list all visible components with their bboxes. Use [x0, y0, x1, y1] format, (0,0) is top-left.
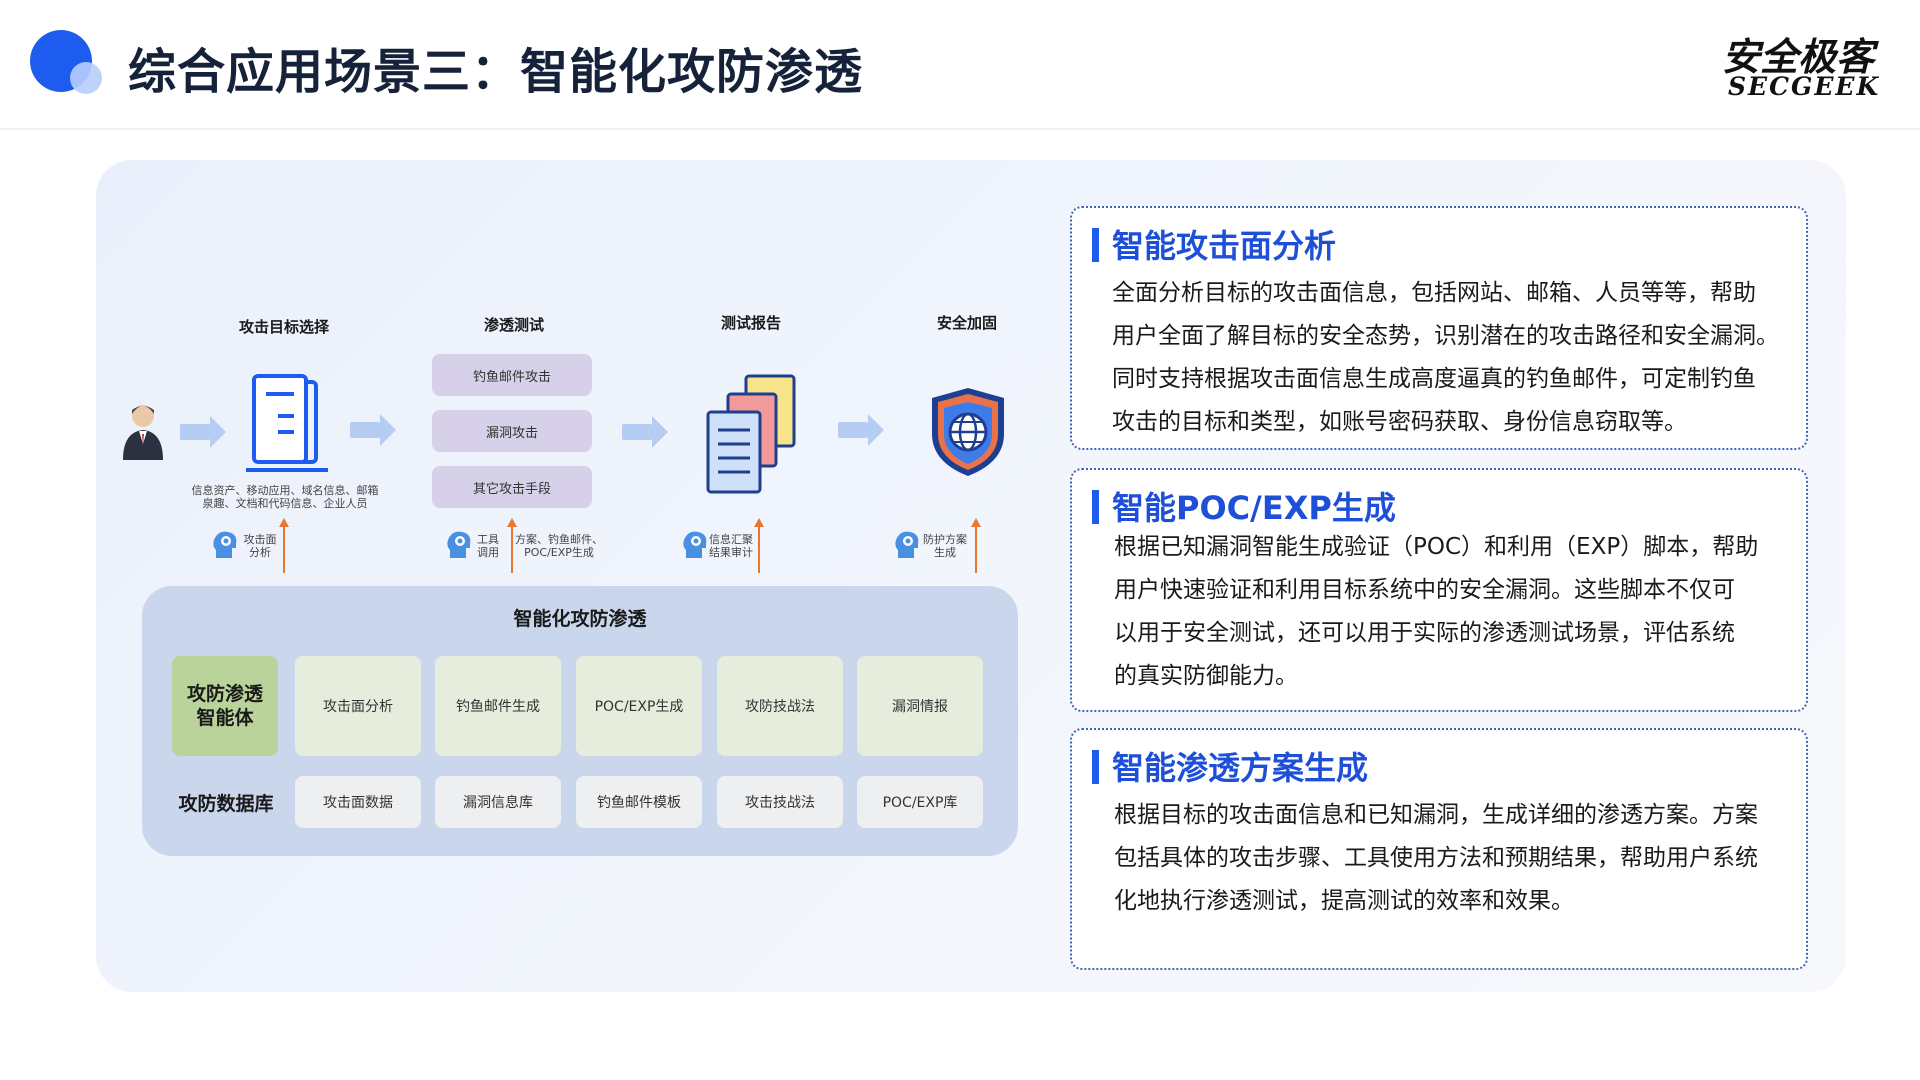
- ai-head-icon: [683, 531, 707, 558]
- support-s4-line1: 防护方案: [923, 533, 967, 546]
- platform-db-item: 攻击面数据: [295, 776, 421, 828]
- report-icon: [706, 374, 796, 494]
- card-title: 智能攻击面分析: [1112, 227, 1337, 265]
- support-s1-line1: 攻击面: [243, 533, 277, 546]
- platform-agent-key: 攻防渗透 智能体: [172, 656, 278, 756]
- card-line: 根据目标的攻击面信息和已知漏洞，生成详细的渗透方案。方案: [1114, 802, 1758, 828]
- card-line: 化地执行渗透测试，提高测试的效率和效果。: [1114, 888, 1574, 914]
- support-s2-line2: 调用: [477, 546, 499, 559]
- support-s2-extra-line1: 方案、钓鱼邮件、: [515, 533, 603, 546]
- platform-agent-item: 钓鱼邮件生成: [435, 656, 561, 756]
- card-line: 包括具体的攻击步骤、工具使用方法和预期结果，帮助用户系统: [1114, 845, 1758, 871]
- platform-agent-item: 攻防技战法: [717, 656, 843, 756]
- logo-en: SECGEEK: [1728, 72, 1881, 101]
- card-line: 用户快速验证和利用目标系统中的安全漏洞。这些脚本不仅可: [1114, 577, 1735, 603]
- flow-arrow-4: [838, 414, 884, 446]
- card-title-bar: [1092, 228, 1099, 262]
- document-icon: [246, 374, 328, 472]
- support-s2-extra-line2: POC/EXP生成: [524, 546, 594, 559]
- platform-db-item: POC/EXP库: [857, 776, 983, 828]
- support-s4-line2: 生成: [934, 546, 956, 559]
- attack-method-other: 其它攻击手段: [432, 466, 592, 508]
- platform-db-key: 攻防数据库: [178, 792, 274, 815]
- ai-head-icon: [447, 531, 471, 558]
- support-arrow-3: [754, 518, 764, 573]
- card-body: 根据已知漏洞智能生成验证（POC）和利用（EXP）脚本，帮助 用户快速验证和利用…: [1114, 526, 1804, 698]
- flow-arrow-1: [180, 416, 226, 448]
- card-line: 用户全面了解目标的安全态势，识别潜在的攻击路径和安全漏洞。: [1112, 323, 1779, 349]
- shield-globe-icon: [932, 388, 1004, 476]
- card-line: 根据已知漏洞智能生成验证（POC）和利用（EXP）脚本，帮助: [1114, 534, 1759, 560]
- card-title-bar: [1092, 750, 1099, 784]
- target-info-line1: 信息资产、移动应用、域名信息、邮箱: [191, 484, 379, 497]
- card-line: 全面分析目标的攻击面信息，包括网站、邮箱、人员等等，帮助: [1112, 280, 1756, 306]
- stage-title-report: 测试报告: [720, 314, 781, 332]
- support-s3-line1: 信息汇聚: [709, 533, 753, 546]
- support-arrow-1: [279, 518, 289, 573]
- support-s2-line1: 工具: [477, 533, 499, 546]
- platform-db-item: 钓鱼邮件模板: [576, 776, 702, 828]
- support-arrow-4: [971, 518, 981, 573]
- card-body: 全面分析目标的攻击面信息，包括网站、邮箱、人员等等，帮助 用户全面了解目标的安全…: [1112, 272, 1802, 444]
- card-body: 根据目标的攻击面信息和已知漏洞，生成详细的渗透方案。方案 包括具体的攻击步骤、工…: [1114, 794, 1804, 923]
- card-title: 智能渗透方案生成: [1112, 749, 1369, 787]
- ai-head-icon: [895, 531, 919, 558]
- support-s3-line2: 结果审计: [709, 546, 753, 559]
- flow-arrow-2: [350, 414, 396, 446]
- platform-db-item: 漏洞信息库: [435, 776, 561, 828]
- card-title: 智能POC/EXP生成: [1112, 489, 1396, 527]
- platform-agent-key-line2: 智能体: [196, 707, 254, 729]
- platform-title: 智能化攻防渗透: [513, 608, 647, 630]
- ai-head-icon: [213, 531, 237, 558]
- person-icon: [123, 405, 163, 460]
- card-line: 同时支持根据攻击面信息生成高度逼真的钓鱼邮件，可定制钓鱼: [1112, 366, 1756, 392]
- platform-db-item: 攻击技战法: [717, 776, 843, 828]
- support-s1-line2: 分析: [249, 546, 271, 559]
- target-info-line2: 泉趣、文档和代码信息、企业人员: [202, 497, 368, 510]
- stage-title-hardening: 安全加固: [936, 314, 997, 332]
- flow-arrow-3: [622, 416, 668, 448]
- header-divider: [0, 128, 1920, 130]
- card-line: 的真实防御能力。: [1114, 663, 1298, 689]
- header-dot-accent-icon: [70, 62, 102, 94]
- page-title: 综合应用场景三：智能化攻防渗透: [128, 44, 864, 100]
- card-line: 以用于安全测试，还可以用于实际的渗透测试场景，评估系统: [1114, 620, 1735, 646]
- attack-method-phishing: 钓鱼邮件攻击: [432, 354, 592, 396]
- platform-agent-item: 攻击面分析: [295, 656, 421, 756]
- stage-title-pentest: 渗透测试: [483, 316, 544, 334]
- stage-title-target: 攻击目标选择: [238, 318, 329, 336]
- platform-agent-item: 漏洞情报: [857, 656, 983, 756]
- card-title-bar: [1092, 490, 1099, 524]
- attack-method-vuln: 漏洞攻击: [432, 410, 592, 452]
- card-line: 攻击的目标和类型，如账号密码获取、身份信息窃取等。: [1112, 409, 1687, 435]
- platform-agent-item: POC/EXP生成: [576, 656, 702, 756]
- platform-agent-key-line1: 攻防渗透: [186, 683, 263, 705]
